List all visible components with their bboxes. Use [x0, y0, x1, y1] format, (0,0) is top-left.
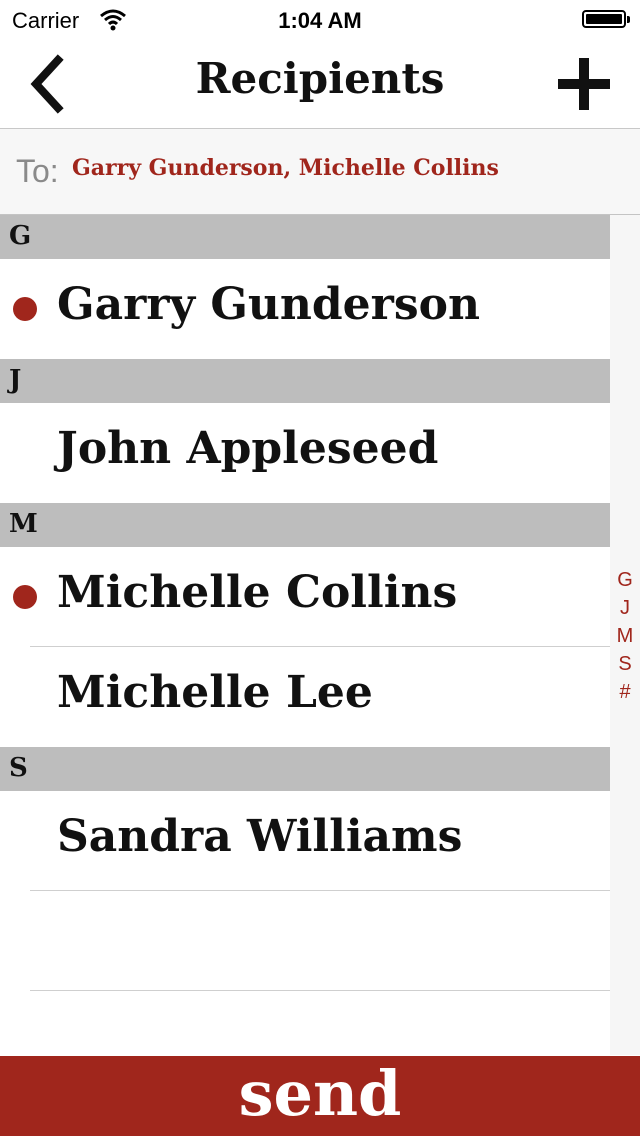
section-header-s: S — [0, 747, 610, 791]
section-header-m: M — [0, 503, 610, 547]
contact-row-michelle-lee[interactable]: Michelle Lee — [0, 647, 610, 747]
send-button[interactable]: send — [0, 1056, 640, 1136]
row-divider — [30, 990, 610, 991]
section-letter: M — [9, 509, 38, 539]
selected-dot-icon — [13, 585, 37, 609]
status-bar: Carrier 1:04 AM — [0, 0, 640, 40]
battery-icon — [582, 10, 630, 28]
selected-dot-icon — [13, 297, 37, 321]
plus-icon — [558, 58, 610, 110]
index-letter-hash[interactable]: # — [610, 678, 640, 706]
contact-name: Michelle Lee — [57, 667, 373, 718]
contact-row-john-appleseed[interactable]: John Appleseed — [0, 403, 610, 503]
contacts-list[interactable]: G Garry Gunderson J John Appleseed M Mic… — [0, 215, 610, 991]
to-recipients-value: Garry Gunderson, Michelle Collins — [72, 155, 499, 181]
section-letter: J — [9, 365, 22, 395]
contact-row-garry-gunderson[interactable]: Garry Gunderson — [0, 259, 610, 359]
clock: 1:04 AM — [278, 8, 362, 33]
section-header-j: J — [0, 359, 610, 403]
to-field[interactable]: To: Garry Gunderson, Michelle Collins — [0, 129, 640, 216]
empty-row — [0, 891, 610, 991]
section-header-g: G — [0, 215, 610, 259]
contact-name: Michelle Collins — [57, 567, 458, 618]
to-label: To: — [16, 153, 59, 189]
contact-row-michelle-collins[interactable]: Michelle Collins — [0, 547, 610, 647]
add-recipient-button[interactable] — [554, 54, 614, 114]
section-index[interactable]: G J M S # — [610, 566, 640, 706]
page-title: Recipients — [195, 54, 445, 103]
contact-name: John Appleseed — [57, 423, 439, 474]
contact-row-sandra-williams[interactable]: Sandra Williams — [0, 791, 610, 891]
section-letter: S — [9, 753, 28, 783]
index-letter-g[interactable]: G — [610, 566, 640, 594]
contact-name: Sandra Williams — [57, 811, 463, 862]
index-letter-s[interactable]: S — [610, 650, 640, 678]
section-letter: G — [9, 221, 32, 251]
index-letter-j[interactable]: J — [610, 594, 640, 622]
index-letter-m[interactable]: M — [610, 622, 640, 650]
nav-bar: Recipients — [0, 40, 640, 129]
contact-name: Garry Gunderson — [57, 279, 480, 330]
